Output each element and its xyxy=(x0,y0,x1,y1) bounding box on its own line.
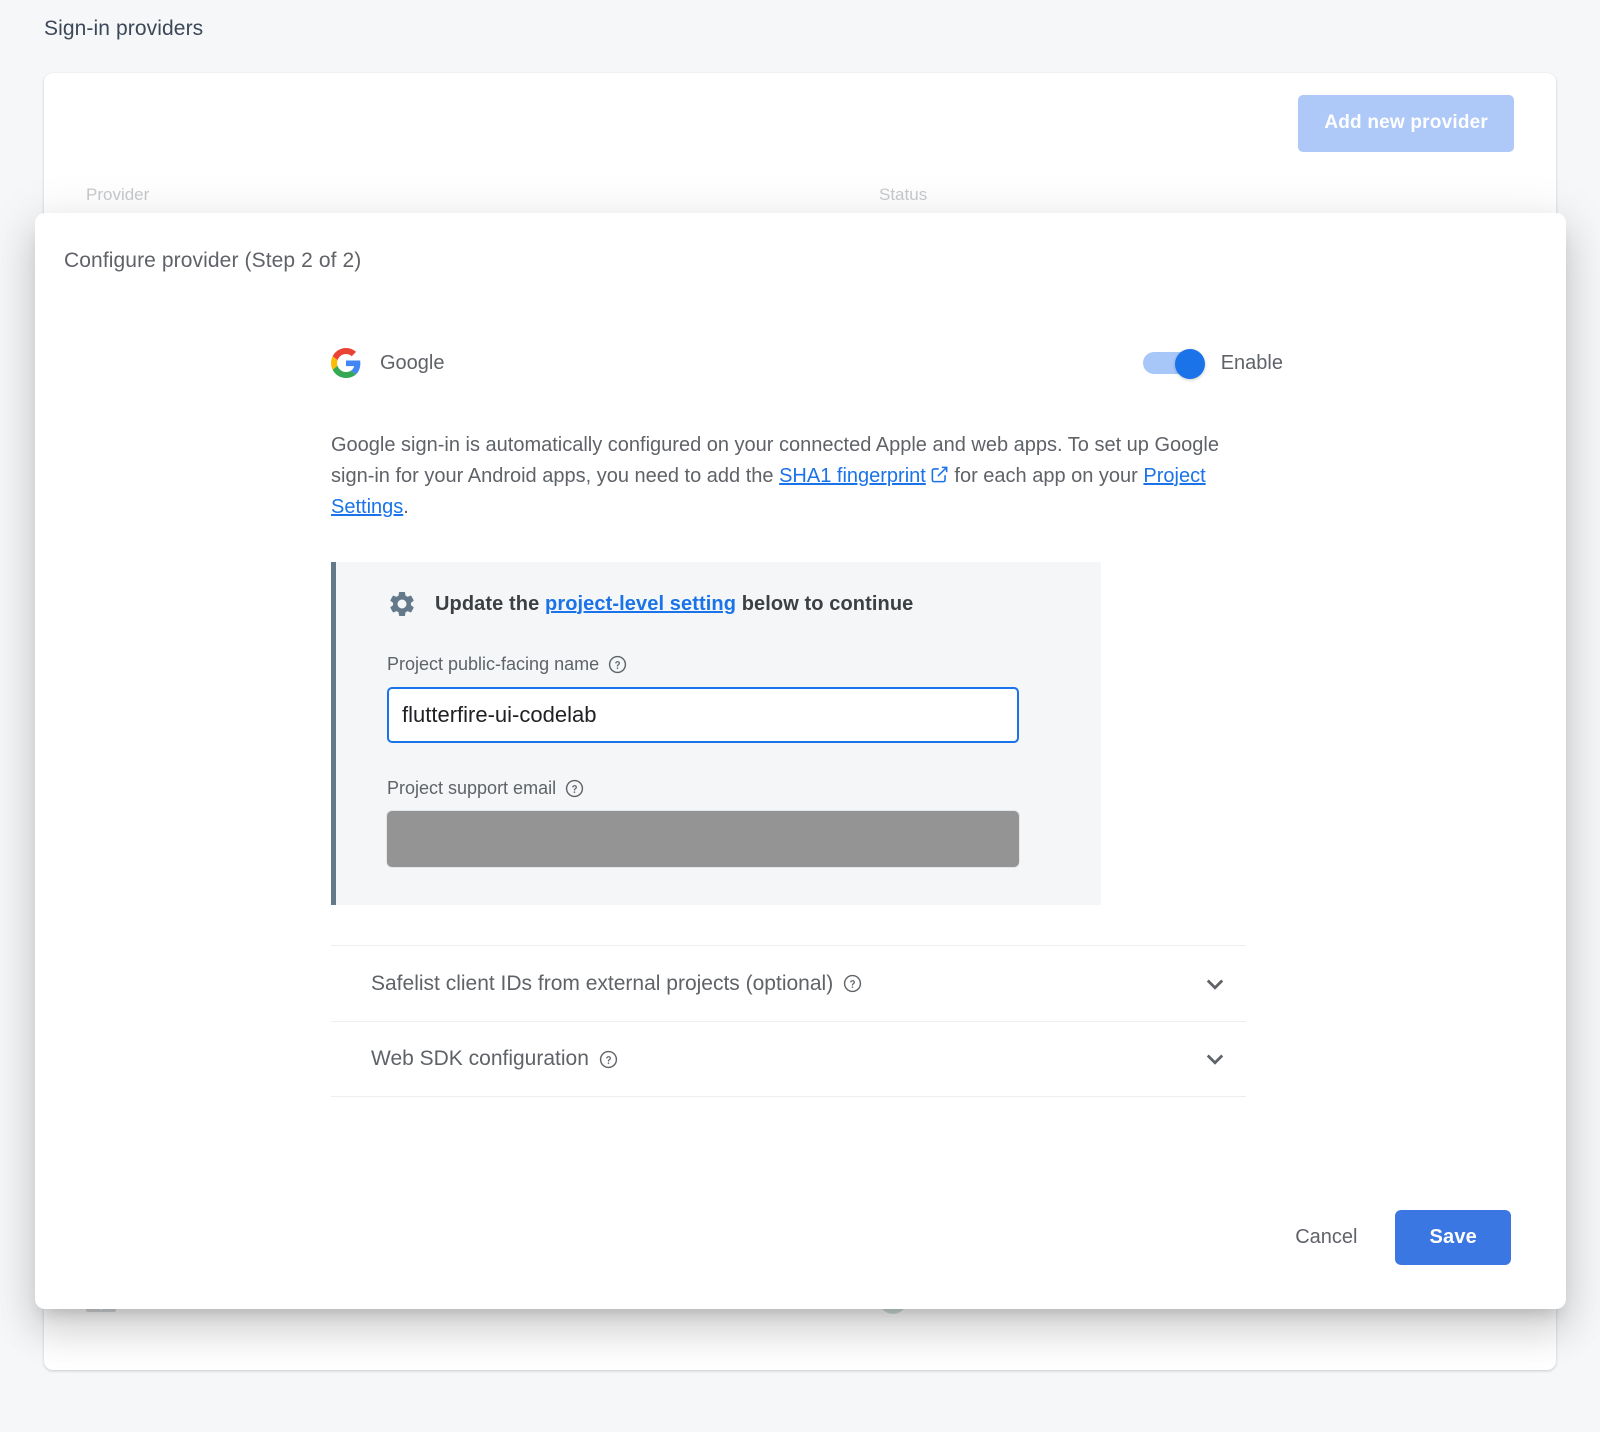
external-link-icon xyxy=(930,465,949,484)
enable-toggle-label: Enable xyxy=(1221,352,1283,375)
accordion-label: Safelist client IDs from external projec… xyxy=(371,972,862,996)
column-header-status: Status xyxy=(879,185,927,205)
project-support-email-field-group: Project support email xyxy=(387,778,1101,867)
project-public-facing-name-field-group: Project public-facing name xyxy=(387,654,1101,743)
provider-description: Google sign-in is automatically configur… xyxy=(331,430,1251,523)
project-level-setting-panel: Update the project-level setting below t… xyxy=(331,562,1101,905)
help-circle-icon[interactable] xyxy=(608,655,627,674)
google-logo-icon xyxy=(331,348,361,378)
field-label-text: Project public-facing name xyxy=(387,654,599,675)
chevron-down-icon[interactable] xyxy=(1200,969,1230,999)
gear-icon xyxy=(387,589,417,619)
page-title: Sign-in providers xyxy=(44,17,203,41)
info-panel-headline: Update the project-level setting below t… xyxy=(387,589,1101,619)
save-button[interactable]: Save xyxy=(1395,1210,1511,1265)
dialog-action-bar: Cancel Save xyxy=(1275,1210,1511,1265)
accordion-safelist-client-ids[interactable]: Safelist client IDs from external projec… xyxy=(331,945,1246,1021)
project-level-setting-link[interactable]: project-level setting xyxy=(545,593,736,615)
field-label-text: Project support email xyxy=(387,778,556,799)
headline-after: below to continue xyxy=(736,593,913,615)
project-support-email-label: Project support email xyxy=(387,778,1101,799)
project-support-email-input[interactable] xyxy=(387,811,1019,867)
help-circle-icon[interactable] xyxy=(565,779,584,798)
accordion-label: Web SDK configuration xyxy=(371,1047,618,1071)
description-part-2: for each app on your xyxy=(949,465,1144,487)
dialog-body: Google Enable Google sign-in is automati… xyxy=(331,343,1283,1097)
headline-before: Update the xyxy=(435,593,545,615)
cancel-button[interactable]: Cancel xyxy=(1275,1212,1377,1263)
sha1-fingerprint-link[interactable]: SHA1 fingerprint xyxy=(779,465,926,487)
project-public-facing-name-label: Project public-facing name xyxy=(387,654,1101,675)
enable-toggle-group: Enable xyxy=(1143,349,1283,377)
help-circle-icon[interactable] xyxy=(599,1050,618,1069)
accordion-label-text: Web SDK configuration xyxy=(371,1047,589,1071)
toggle-thumb xyxy=(1175,349,1205,379)
description-part-3: . xyxy=(403,496,409,518)
advanced-sections: Safelist client IDs from external projec… xyxy=(331,945,1246,1097)
dialog-title: Configure provider (Step 2 of 2) xyxy=(64,249,361,273)
help-circle-icon[interactable] xyxy=(843,974,862,993)
provider-header-row: Google Enable xyxy=(331,343,1283,383)
configure-provider-dialog: Configure provider (Step 2 of 2) Google … xyxy=(35,213,1566,1309)
enable-toggle[interactable] xyxy=(1143,349,1205,377)
chevron-down-icon[interactable] xyxy=(1200,1044,1230,1074)
accordion-label-text: Safelist client IDs from external projec… xyxy=(371,972,833,996)
accordion-web-sdk-configuration[interactable]: Web SDK configuration xyxy=(331,1021,1246,1097)
project-public-facing-name-input[interactable] xyxy=(387,687,1019,743)
column-header-provider: Provider xyxy=(86,185,149,205)
add-new-provider-button[interactable]: Add new provider xyxy=(1298,95,1514,152)
info-panel-headline-text: Update the project-level setting below t… xyxy=(435,593,913,616)
provider-name-label: Google xyxy=(380,352,445,375)
